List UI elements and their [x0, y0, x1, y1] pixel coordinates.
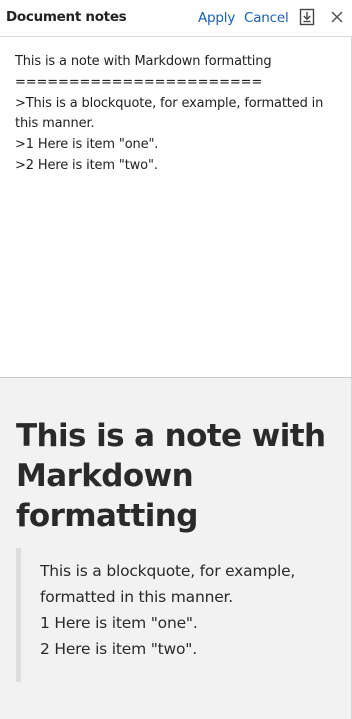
markdown-editor[interactable]: This is a note with Markdown formatting …: [0, 38, 351, 377]
blockquote-item-one: 1 Here is item "one".: [40, 614, 198, 632]
download-icon[interactable]: [298, 8, 316, 26]
document-notes-panel: Document notes Apply Cancel This is a no…: [0, 0, 352, 719]
editor-line-item-one: >1 Here is item "one".: [15, 137, 159, 153]
editor-line-underline: =======================: [15, 74, 263, 90]
editor-line-item-two: >2 Here is item "two".: [15, 157, 158, 173]
editor-line-blockquote: >This is a blockquote, for example, form…: [15, 95, 328, 132]
panel-title: Document notes: [6, 9, 127, 25]
editor-line-heading: This is a note with Markdown formatting: [15, 54, 272, 69]
blockquote-item-two: 2 Here is item "two".: [40, 640, 197, 658]
panel-header: Document notes Apply Cancel: [0, 0, 352, 37]
preview-blockquote: This is a blockquote, for example, forma…: [16, 548, 335, 682]
preview-heading: This is a note with Markdown formatting: [16, 418, 326, 534]
markdown-preview: This is a note with Markdown formatting …: [0, 378, 351, 719]
blockquote-text: This is a blockquote, for example, forma…: [40, 562, 296, 606]
close-icon[interactable]: [328, 8, 346, 26]
cancel-button[interactable]: Cancel: [244, 10, 289, 26]
apply-button[interactable]: Apply: [198, 10, 235, 26]
